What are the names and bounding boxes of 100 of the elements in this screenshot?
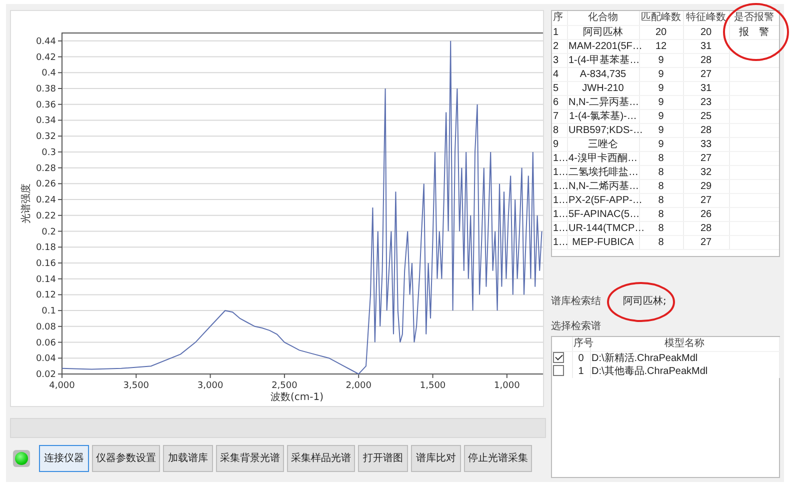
table-cell: 27 — [700, 236, 712, 248]
table-cell: 9 — [553, 138, 559, 150]
table-cell: 1-(4-甲基苯基… — [568, 54, 640, 66]
table-cell: 9 — [658, 124, 664, 136]
toolbar-button[interactable]: 加载谱库 — [163, 444, 213, 472]
table-cell: 报 警 — [739, 26, 769, 38]
table-cell: 26 — [700, 208, 712, 220]
table-cell: 8 — [658, 236, 664, 248]
y-tick-label: 0.28 — [36, 164, 56, 174]
y-tick-label: 0.12 — [36, 290, 56, 301]
table-cell: MEP-FUBICA — [572, 236, 634, 248]
table-cell: 8 — [658, 152, 664, 164]
y-axis-title: 光谱强度 — [21, 184, 32, 224]
table-cell: 1-(4-氯苯基)-… — [569, 110, 637, 122]
table-cell: 1 — [578, 366, 584, 376]
x-tick-label: 2,500 — [272, 381, 298, 391]
table-cell: 9 — [658, 110, 664, 122]
table-cell: 8 — [658, 208, 664, 220]
table-cell: 二氢埃托啡盐… — [568, 166, 638, 178]
table-cell: A-834,735 — [580, 68, 626, 80]
y-tick-label: 0.06 — [36, 338, 56, 348]
table-cell: 1… — [553, 222, 569, 234]
table-cell: N,N-二烯丙基… — [568, 180, 640, 192]
x-tick-label: 2,000 — [346, 381, 372, 391]
table-cell: 8 — [658, 194, 664, 206]
table-cell: 27 — [700, 152, 712, 164]
table-cell: N,N-二异丙基… — [568, 96, 640, 108]
result-label: 谱库检索结 — [551, 294, 601, 308]
toolbar-button[interactable]: 打开谱图 — [358, 444, 408, 472]
toolbar-button[interactable]: 停止光谱采集 — [464, 444, 532, 472]
table-cell: 31 — [700, 82, 712, 94]
table-cell: 8 — [553, 124, 559, 136]
table-cell: 9 — [658, 54, 664, 66]
table-cell: JWH-210 — [582, 82, 624, 94]
table-cell: 3 — [553, 54, 559, 66]
toolbar-button[interactable]: 连接仪器 — [39, 444, 89, 472]
table-cell: 12 — [655, 40, 667, 52]
checkbox[interactable] — [553, 352, 564, 364]
table-cell: 1… — [553, 208, 569, 220]
column-header: 序 — [552, 11, 567, 26]
table-cell: 28 — [700, 54, 712, 66]
table-cell: 4-溴甲卡西酮… — [568, 152, 638, 164]
table-cell: 33 — [700, 138, 712, 150]
table-cell: 6 — [553, 96, 559, 108]
y-tick-label: 0.26 — [36, 180, 56, 190]
y-tick-label: 0.22 — [36, 211, 56, 222]
table-cell: 1… — [553, 166, 569, 178]
table-cell: 32 — [700, 166, 712, 178]
table-cell: 20 — [700, 26, 712, 38]
checkbox[interactable] — [553, 365, 564, 376]
x-tick-label: 1,500 — [420, 381, 446, 391]
y-tick-label: 0.3 — [42, 148, 56, 158]
table-cell: URB597;KDS-… — [568, 124, 643, 136]
table-cell: 29 — [700, 180, 712, 192]
table-cell: 1 — [553, 26, 559, 38]
y-tick-label: 0.16 — [36, 258, 56, 269]
table-cell: 20 — [655, 26, 667, 38]
table-cell: 9 — [658, 138, 664, 150]
table-cell: D:\新精活.ChraPeakMdl — [592, 352, 698, 364]
table-cell: 1… — [553, 152, 569, 164]
table-cell: 8 — [658, 180, 664, 192]
x-axis-title: 波数(cm-1) — [270, 392, 324, 403]
y-tick-label: 0.38 — [36, 84, 56, 94]
table-cell: PX-2(5F-APP-… — [568, 194, 642, 206]
toolbar-button[interactable]: 谱库比对 — [411, 444, 461, 472]
table-cell: 31 — [700, 40, 712, 52]
column-header: 匹配峰数 — [639, 11, 683, 26]
y-tick-label: 0.4 — [42, 68, 56, 79]
x-tick-label: 3,500 — [123, 381, 150, 391]
table-cell: 2 — [553, 40, 559, 52]
y-tick-label: 0.08 — [36, 322, 56, 332]
table-cell: 5F-APINAC(5… — [568, 208, 640, 220]
table-cell: 9 — [658, 96, 664, 108]
table-cell: 1… — [553, 180, 569, 192]
table-cell: 28 — [700, 124, 712, 136]
table-cell: 9 — [658, 68, 664, 80]
toolbar-button[interactable]: 仪器参数设置 — [92, 444, 160, 472]
toolbar-button[interactable]: 采集背景光谱 — [216, 444, 284, 472]
result-value: 阿司匹林; — [623, 294, 666, 308]
y-tick-label: 0.36 — [36, 100, 56, 110]
y-tick-label: 0.24 — [36, 196, 56, 206]
column-header: 是否报警 — [729, 11, 779, 26]
table-cell: 1… — [553, 236, 569, 248]
table-cell: 0 — [578, 352, 584, 364]
y-tick-label: 0.14 — [36, 274, 56, 285]
y-tick-label: 0.44 — [36, 36, 56, 47]
table-cell: D:\其他毒品.ChraPeakMdl — [592, 366, 708, 376]
table-cell: 三唑仑 — [588, 138, 618, 150]
table-cell: 4 — [553, 68, 559, 80]
table-cell: 1… — [553, 194, 569, 206]
table-cell: 7 — [553, 110, 559, 122]
column-header: 特征峰数 — [683, 11, 729, 26]
table-cell: 27 — [700, 68, 712, 80]
table-cell: UR-144(TMCP… — [568, 222, 645, 234]
y-tick-label: 0.34 — [36, 116, 56, 126]
x-tick-label: 1,000 — [494, 381, 520, 391]
highlight-circle — [606, 281, 676, 323]
column-header: 化合物 — [567, 11, 639, 26]
toolbar-button[interactable]: 采集样品光谱 — [287, 444, 355, 472]
table-cell: 8 — [658, 166, 664, 178]
